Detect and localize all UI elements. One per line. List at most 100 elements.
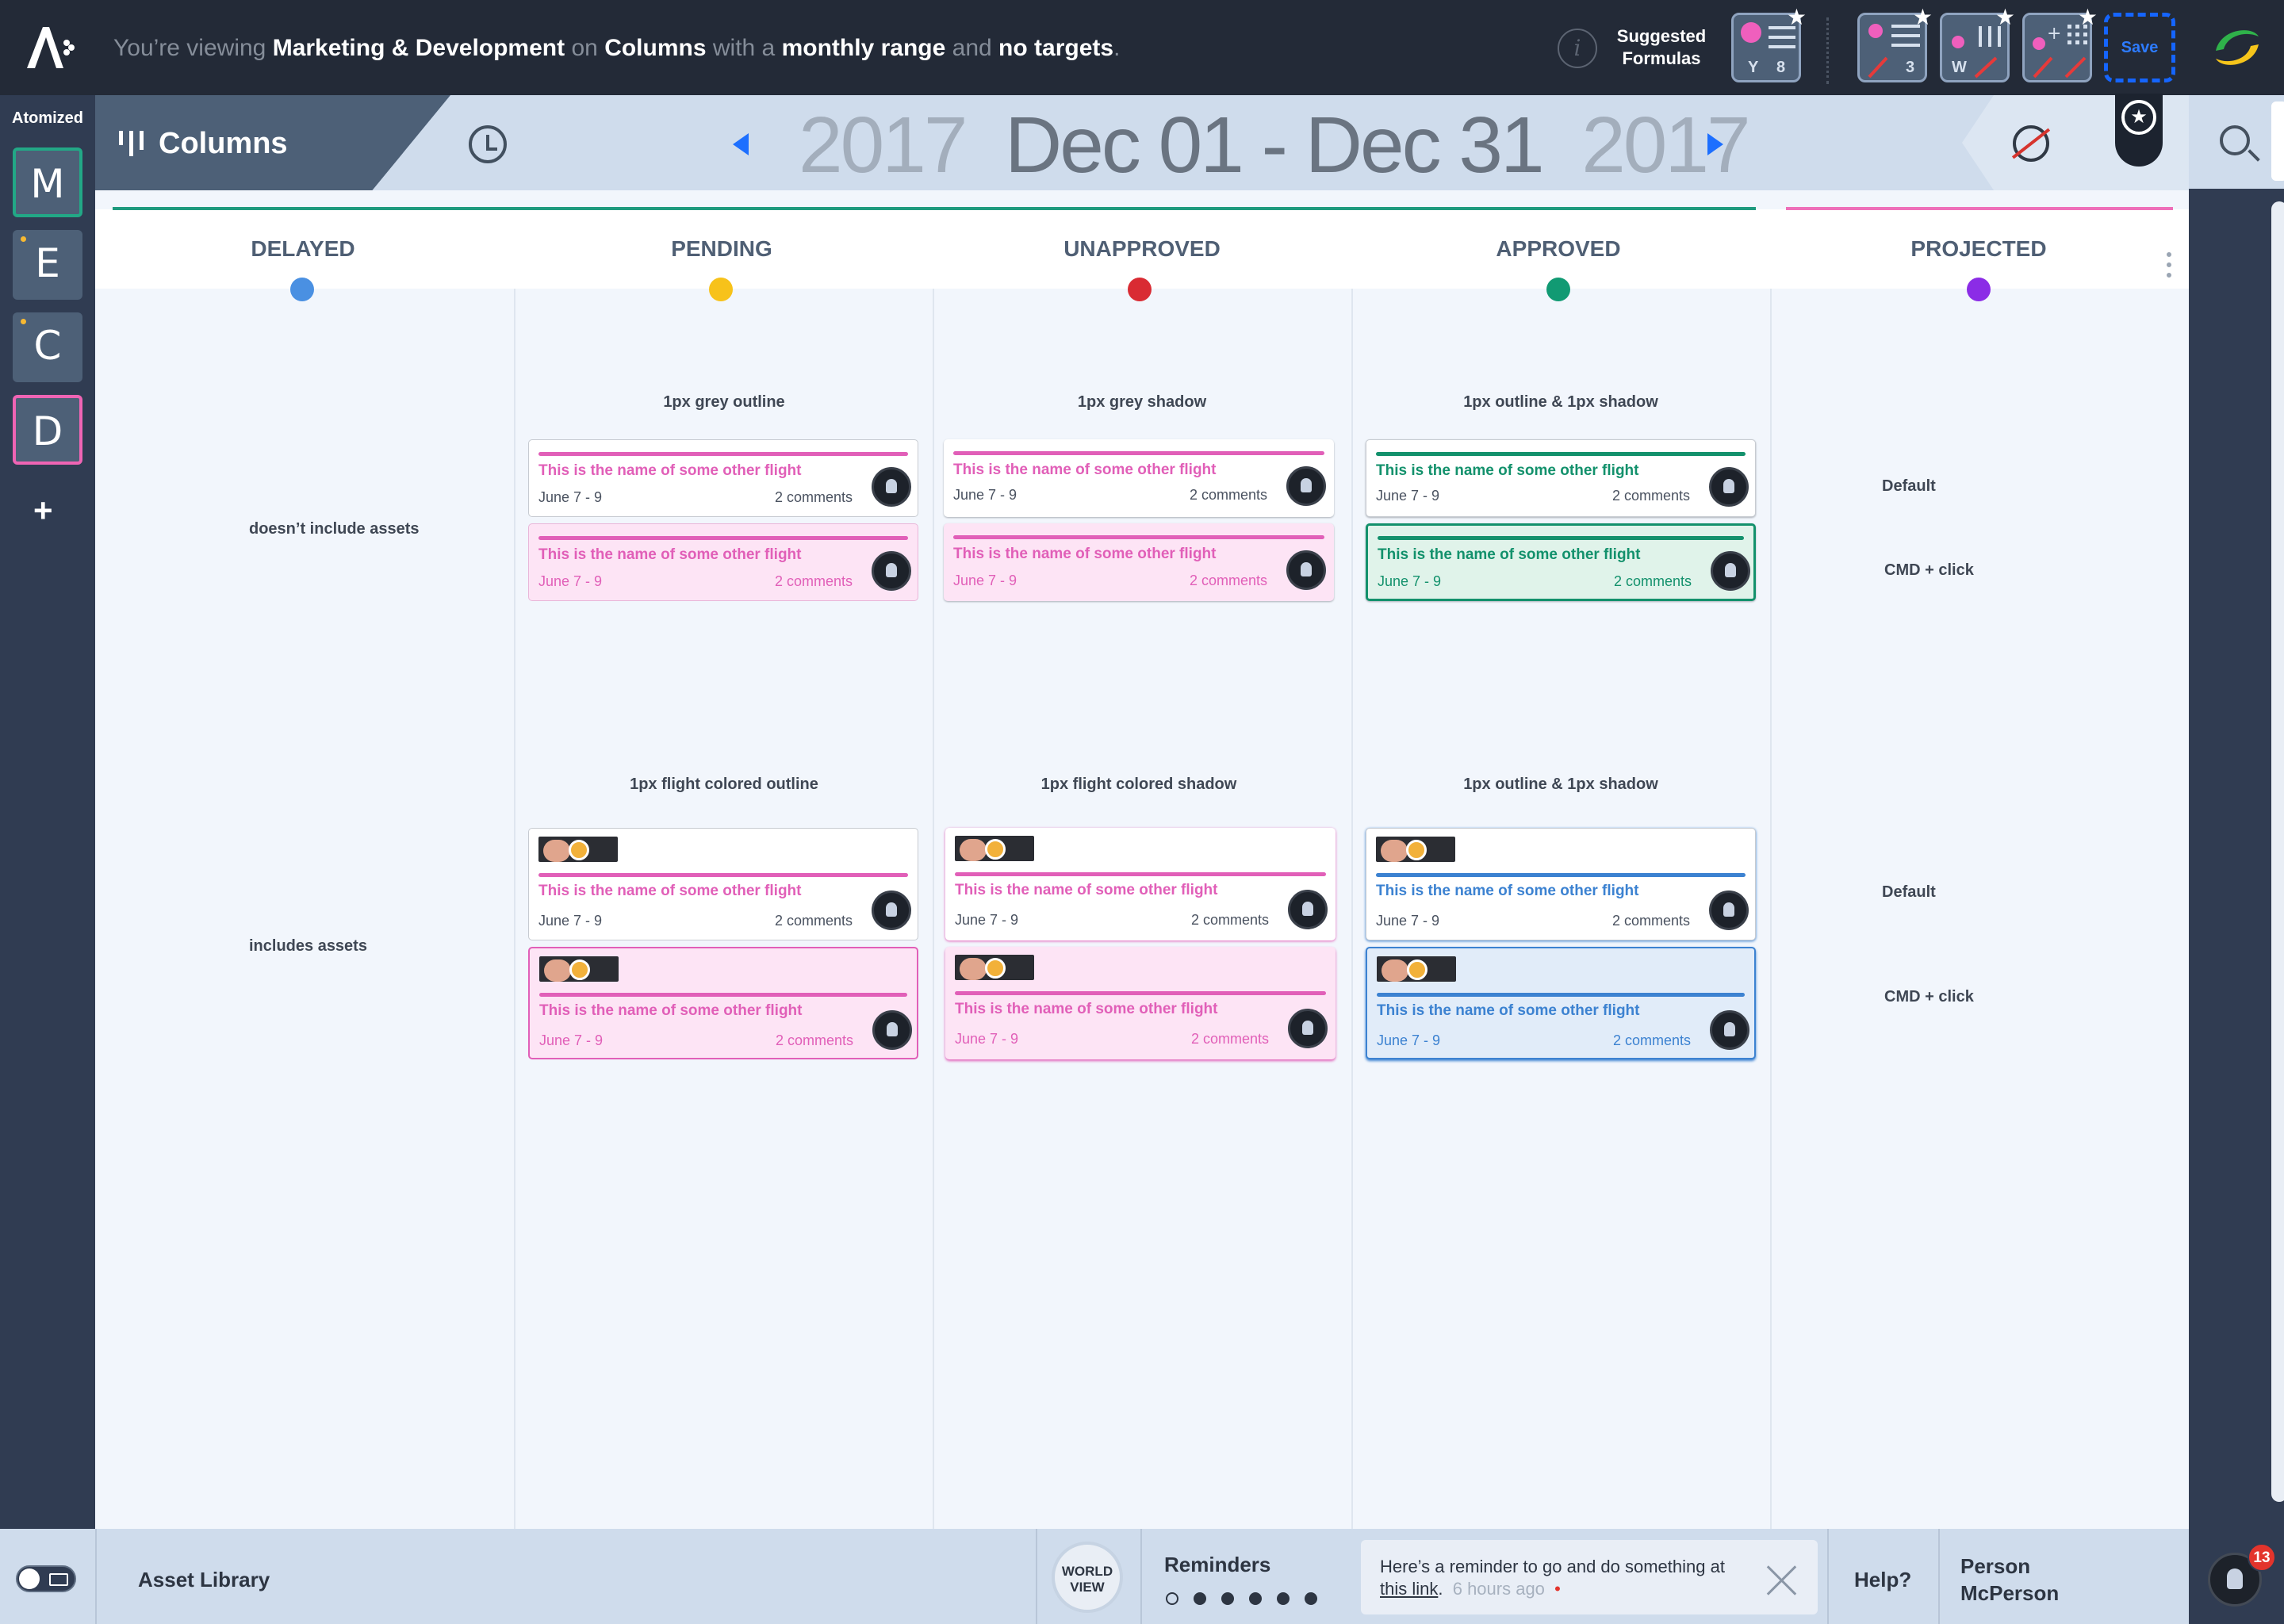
next-range-icon[interactable] (1707, 133, 1723, 155)
flight-comments[interactable]: 2 comments (1614, 573, 1692, 590)
summary-targets[interactable]: no targets (998, 35, 1113, 61)
year-start[interactable]: 2017 (799, 101, 968, 190)
summary-range[interactable]: monthly range (782, 35, 946, 61)
flight-name[interactable]: This is the name of some other flight (1376, 883, 1638, 900)
column-title-unapproved[interactable]: UNAPPROVED (1023, 236, 1261, 262)
avatar[interactable] (1710, 1010, 1749, 1050)
avatar[interactable] (1709, 891, 1749, 930)
reminder-page-dot[interactable] (1194, 1592, 1206, 1605)
avatar[interactable] (1286, 550, 1326, 590)
reminder-page-dot[interactable] (1221, 1592, 1234, 1605)
summary-view[interactable]: Columns (604, 35, 706, 61)
close-icon[interactable] (1767, 1565, 1797, 1595)
scrollbar-track[interactable] (2271, 201, 2284, 1502)
flight-card-selected[interactable]: This is the name of some other flight Ju… (1366, 523, 1756, 601)
flight-comments[interactable]: 2 comments (776, 1032, 853, 1049)
flight-name[interactable]: This is the name of some other flight (1378, 546, 1640, 564)
user-name[interactable]: Person McPerson (1960, 1553, 2071, 1607)
previous-range-icon[interactable] (733, 133, 749, 155)
asset-library-toggle[interactable] (16, 1565, 76, 1592)
avatar[interactable] (1709, 467, 1749, 507)
info-icon[interactable]: i (1558, 29, 1597, 68)
asset-thumbnail[interactable] (955, 836, 1034, 861)
flight-name[interactable]: This is the name of some other flight (955, 882, 1217, 899)
asset-thumbnail[interactable] (539, 956, 619, 982)
flight-card-selected[interactable]: This is the name of some other flight Ju… (944, 523, 1334, 601)
reminder-page-dot[interactable] (1249, 1592, 1262, 1605)
notification-badge[interactable]: 13 (2248, 1543, 2276, 1572)
flight-name[interactable]: This is the name of some other flight (538, 462, 801, 480)
flight-comments[interactable]: 2 comments (1191, 1031, 1269, 1048)
reminder-page-dot-active[interactable] (1166, 1592, 1178, 1605)
flight-card[interactable]: This is the name of some other flight Ju… (945, 828, 1336, 940)
flight-comments[interactable]: 2 comments (1613, 1032, 1691, 1049)
formula-button-list[interactable]: 3 ★ (1857, 5, 1933, 82)
asset-thumbnail[interactable] (955, 955, 1034, 980)
avatar[interactable] (872, 891, 911, 930)
flight-card[interactable]: This is the name of some other flight Ju… (528, 439, 918, 517)
workspace-button-m[interactable]: M (13, 147, 82, 217)
avatar[interactable] (872, 1010, 912, 1050)
reminder-page-dot[interactable] (1305, 1592, 1317, 1605)
flight-name[interactable]: This is the name of some other flight (538, 546, 801, 564)
flight-comments[interactable]: 2 comments (775, 489, 853, 506)
asset-thumbnail[interactable] (1377, 956, 1456, 982)
workspace-button-e[interactable]: E (13, 230, 82, 300)
asset-library-button[interactable]: Asset Library (138, 1568, 270, 1592)
avatar[interactable] (872, 551, 911, 591)
workspace-button-c[interactable]: C (13, 312, 82, 382)
column-title-approved[interactable]: APPROVED (1439, 236, 1677, 262)
formula-button-week[interactable]: W ★ (1940, 5, 2015, 82)
star-icon[interactable]: ★ (1787, 4, 1807, 30)
flight-card[interactable]: This is the name of some other flight Ju… (1366, 828, 1756, 940)
workspace-button-d[interactable]: D (13, 395, 82, 465)
asset-thumbnail[interactable] (1376, 837, 1455, 862)
history-icon[interactable] (469, 125, 507, 163)
favorites-pull-tab[interactable]: ★ (2115, 94, 2163, 167)
flight-name[interactable]: This is the name of some other flight (1376, 462, 1638, 480)
column-menu-icon[interactable] (2167, 252, 2171, 278)
reminder-link[interactable]: this link (1380, 1579, 1438, 1599)
save-button[interactable]: Save (2104, 13, 2175, 82)
add-workspace-button[interactable]: + (33, 492, 53, 530)
avatar[interactable] (1286, 466, 1326, 506)
flight-comments[interactable]: 2 comments (1612, 488, 1690, 504)
flight-comments[interactable]: 2 comments (775, 913, 853, 929)
flight-card[interactable]: This is the name of some other flight Ju… (528, 828, 918, 940)
formula-button-year[interactable]: Y 8 ★ (1731, 5, 1807, 82)
star-icon[interactable]: ★ (2078, 4, 2098, 30)
flight-name[interactable]: This is the name of some other flight (538, 883, 801, 900)
flight-comments[interactable]: 2 comments (775, 573, 853, 590)
avatar[interactable] (872, 467, 911, 507)
star-icon[interactable]: ★ (1995, 4, 2015, 30)
help-button[interactable]: Help? (1854, 1568, 1911, 1592)
flight-name[interactable]: This is the name of some other flight (953, 462, 1216, 479)
flight-card-selected[interactable]: This is the name of some other flight Ju… (528, 947, 918, 1059)
avatar[interactable] (1288, 890, 1328, 929)
star-icon[interactable]: ★ (1913, 4, 1933, 30)
flight-comments[interactable]: 2 comments (1190, 487, 1267, 504)
atomized-logo-icon[interactable] (24, 24, 75, 71)
world-view-button[interactable]: WORLD VIEW (1052, 1542, 1123, 1613)
column-title-projected[interactable]: PROJECTED (1860, 236, 2098, 262)
asset-thumbnail[interactable] (538, 837, 618, 862)
flight-name[interactable]: This is the name of some other flight (955, 1001, 1217, 1018)
flight-card[interactable]: This is the name of some other flight Ju… (1366, 439, 1756, 517)
flight-card-selected[interactable]: This is the name of some other flight Ju… (1366, 947, 1756, 1059)
reminder-page-dot[interactable] (1277, 1592, 1290, 1605)
no-targets-icon[interactable] (2013, 125, 2049, 162)
flight-name[interactable]: This is the name of some other flight (1377, 1002, 1639, 1020)
date-range[interactable]: Dec 01 - Dec 31 (1005, 101, 1545, 190)
flight-card[interactable]: This is the name of some other flight Ju… (944, 439, 1334, 517)
year-end[interactable]: 2017 (1581, 101, 1750, 190)
user-menu[interactable]: 13 (2189, 1529, 2284, 1624)
flight-name[interactable]: This is the name of some other flight (539, 1002, 802, 1020)
column-title-delayed[interactable]: DELAYED (184, 236, 422, 262)
formula-button-grid[interactable]: + ★ (2022, 5, 2098, 82)
avatar[interactable] (1288, 1009, 1328, 1048)
view-tab-content[interactable]: Columns (116, 127, 288, 161)
flight-comments[interactable]: 2 comments (1191, 912, 1269, 929)
flight-comments[interactable]: 2 comments (1190, 573, 1267, 589)
avatar[interactable] (1711, 551, 1750, 591)
search-icon[interactable] (2220, 125, 2250, 155)
